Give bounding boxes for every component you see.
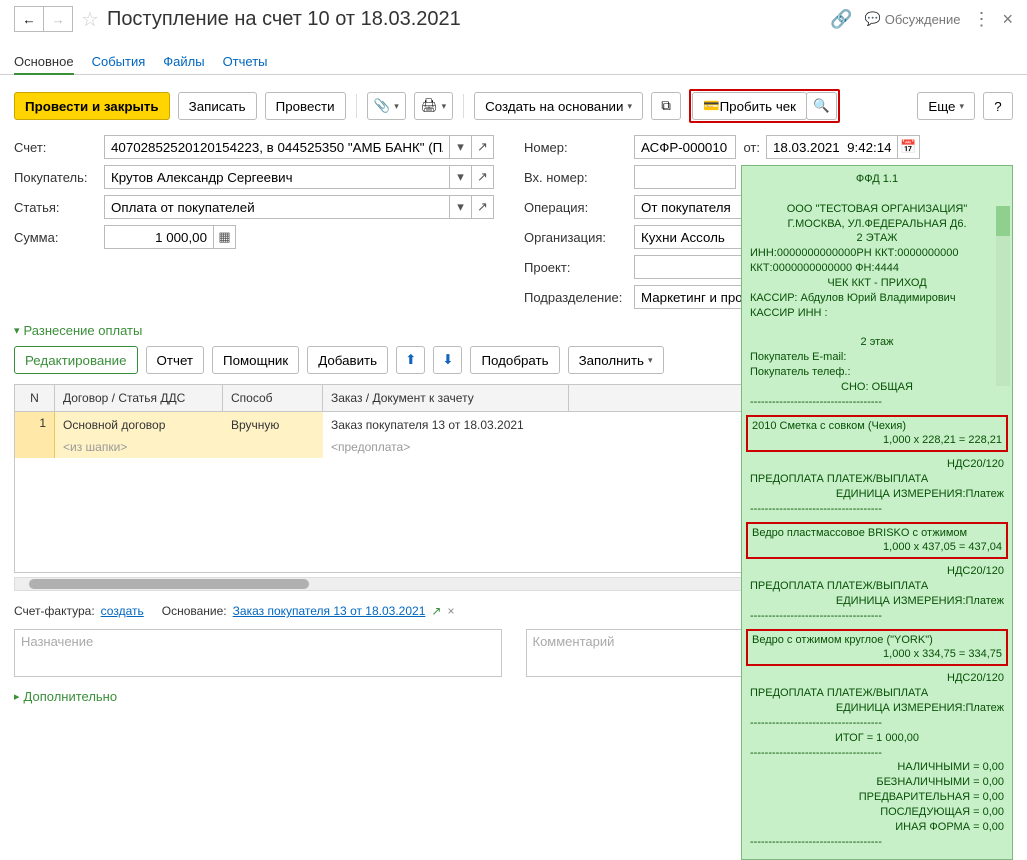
buyer-input[interactable] <box>104 165 450 189</box>
sum-calc[interactable]: ▦ <box>214 225 236 249</box>
receipt-item: 2010 Сметка с совком (Чехия) 1,000 x 228… <box>746 415 1008 453</box>
division-label: Подразделение: <box>524 290 634 305</box>
basis-link[interactable]: Заказ покупателя 13 от 18.03.2021 <box>233 604 426 618</box>
add-button[interactable]: Добавить <box>307 346 388 374</box>
link-icon[interactable]: 🔗 <box>830 9 852 30</box>
create-based-button[interactable]: Создать на основании▾ <box>474 92 643 120</box>
buyer-open[interactable]: ↗ <box>472 165 494 189</box>
account-label: Счет: <box>14 140 104 155</box>
project-label: Проект: <box>524 260 634 275</box>
receipt-group: 💳 Пробить чек 🔍 <box>689 89 840 123</box>
save-button[interactable]: Записать <box>178 92 257 120</box>
col-contract[interactable]: Договор / Статья ДДС <box>55 385 223 411</box>
number-input[interactable] <box>634 135 736 159</box>
extnum-input[interactable] <box>634 165 736 189</box>
pick-button[interactable]: Подобрать <box>470 346 559 374</box>
account-dropdown[interactable]: ▾ <box>450 135 472 159</box>
move-down-button[interactable]: ⬇ <box>433 346 462 374</box>
date-input[interactable] <box>766 135 898 159</box>
attach-button[interactable]: 📎▾ <box>367 92 406 120</box>
sum-input[interactable] <box>104 225 214 249</box>
receipt-preview: ФФД 1.1 ООО "ТЕСТОВАЯ ОРГАНИЗАЦИЯ" Г.МОС… <box>741 165 1013 860</box>
col-method[interactable]: Способ <box>223 385 323 411</box>
extnum-label: Вх. номер: <box>524 170 634 185</box>
buyer-label: Покупатель: <box>14 170 104 185</box>
col-order[interactable]: Заказ / Документ к зачету <box>323 385 569 411</box>
tab-main[interactable]: Основное <box>14 50 74 75</box>
tab-events[interactable]: События <box>92 50 146 75</box>
nav-forward-button[interactable]: → <box>43 6 73 32</box>
structure-button[interactable]: ⧉ <box>651 92 681 120</box>
post-close-button[interactable]: Провести и закрыть <box>14 92 170 120</box>
receipt-item: Ведро с отжимом круглое ("YORK") 1,000 x… <box>746 629 1008 667</box>
tab-files[interactable]: Файлы <box>163 50 204 75</box>
edit-button[interactable]: Редактирование <box>14 346 138 374</box>
chevron-right-icon: ▸ <box>14 690 20 703</box>
article-open[interactable]: ↗ <box>472 195 494 219</box>
discuss-button[interactable]: 💬Обсуждение <box>865 11 961 27</box>
more-icon[interactable]: ⋮ <box>972 9 990 30</box>
help-button[interactable]: ? <box>983 92 1013 120</box>
invoice-label: Счет-фактура: <box>14 604 95 618</box>
operation-label: Операция: <box>524 200 634 215</box>
basis-label: Основание: <box>162 604 227 618</box>
col-n[interactable]: N <box>15 385 55 411</box>
basis-clear-icon[interactable]: × <box>447 604 454 618</box>
fill-button[interactable]: Заполнить▾ <box>568 346 664 374</box>
print-button[interactable]: 🖨▾ <box>414 92 453 120</box>
receipt-scrollbar[interactable] <box>996 206 1010 386</box>
invoice-create-link[interactable]: создать <box>101 604 144 618</box>
date-picker[interactable]: 📅 <box>898 135 920 159</box>
find-check-button[interactable]: 🔍 <box>806 92 837 120</box>
chevron-down-icon: ▾ <box>14 324 20 337</box>
purpose-textarea[interactable]: Назначение <box>14 629 502 677</box>
favorite-icon[interactable]: ☆ <box>81 7 99 32</box>
from-label: от: <box>736 140 766 155</box>
post-button[interactable]: Провести <box>265 92 346 120</box>
article-label: Статья: <box>14 200 104 215</box>
helper-button[interactable]: Помощник <box>212 346 299 374</box>
page-title: Поступление на счет 10 от 18.03.2021 <box>107 8 830 31</box>
tab-reports[interactable]: Отчеты <box>223 50 268 75</box>
account-input[interactable] <box>104 135 450 159</box>
account-open[interactable]: ↗ <box>472 135 494 159</box>
nav-back-button[interactable]: ← <box>14 6 44 32</box>
close-icon[interactable]: × <box>1002 9 1013 30</box>
basis-open-icon[interactable]: ↗ <box>431 604 441 618</box>
receipt-item: Ведро пластмассовое BRISKO с отжимом 1,0… <box>746 522 1008 560</box>
article-input[interactable] <box>104 195 450 219</box>
move-up-button[interactable]: ⬆ <box>396 346 425 374</box>
print-check-button[interactable]: 💳 Пробить чек <box>692 92 807 120</box>
number-label: Номер: <box>524 140 634 155</box>
sum-label: Сумма: <box>14 230 104 245</box>
article-dropdown[interactable]: ▾ <box>450 195 472 219</box>
more-button[interactable]: Еще▾ <box>917 92 975 120</box>
report-button[interactable]: Отчет <box>146 346 205 374</box>
buyer-dropdown[interactable]: ▾ <box>450 165 472 189</box>
org-label: Организация: <box>524 230 634 245</box>
